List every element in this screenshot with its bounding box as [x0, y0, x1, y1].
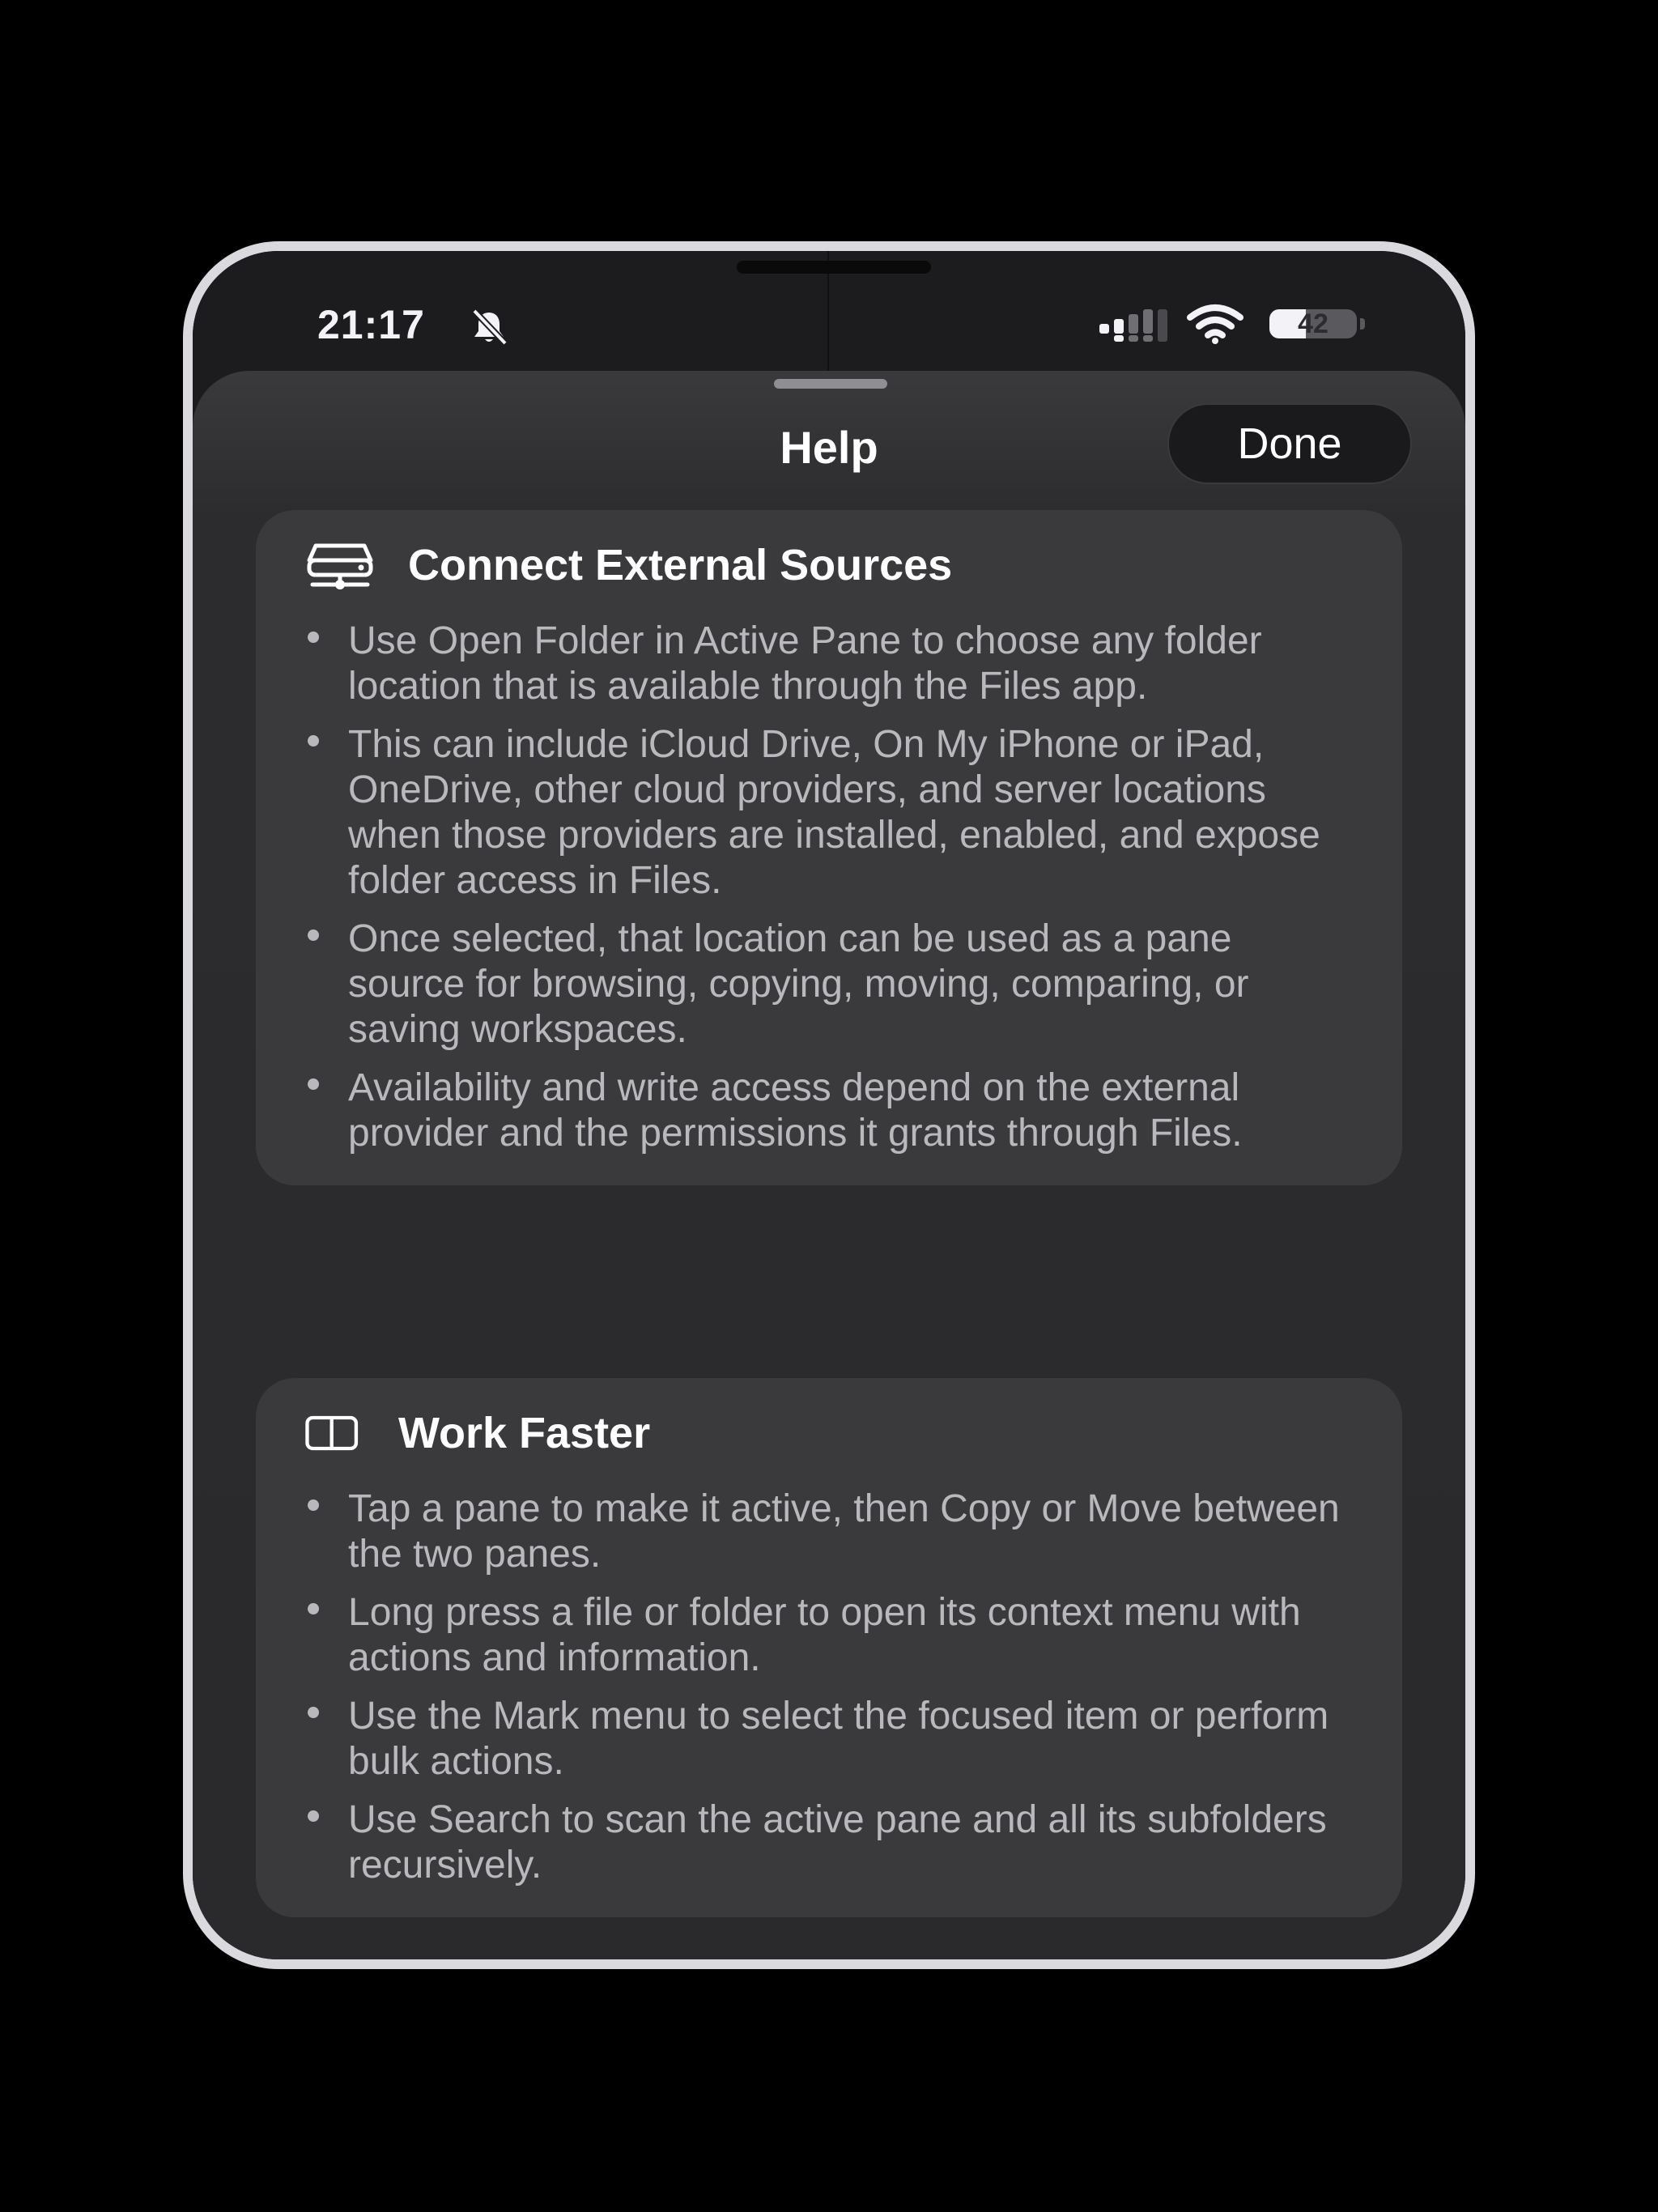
list-item: Use Search to scan the active pane and a…	[304, 1797, 1354, 1888]
bullet-text: This can include iCloud Drive, On My iPh…	[348, 723, 1320, 902]
bell-slash-icon	[472, 308, 508, 346]
bullet-dot	[308, 1078, 319, 1090]
list-item: Availability and write access depend on …	[304, 1066, 1354, 1156]
section-title: Work Faster	[398, 1409, 651, 1457]
device-frame: 21:17 42 Help Done Connect External Sour…	[183, 241, 1475, 1969]
list-item: Use the Mark menu to select the focused …	[304, 1694, 1354, 1784]
bullet-text: Use Search to scan the active pane and a…	[348, 1798, 1327, 1887]
section-title: Connect External Sources	[408, 541, 953, 589]
bullet-dot	[308, 1499, 319, 1511]
help-sheet: Help Done Connect External Sources Use O…	[193, 371, 1465, 1959]
section-header: Work Faster	[304, 1401, 1354, 1465]
battery-indicator: 42	[1269, 304, 1367, 345]
bullet-text: Availability and write access depend on …	[348, 1066, 1243, 1155]
bullet-dot	[308, 1707, 319, 1718]
section-card-connect-external-sources: Connect External Sources Use Open Folder…	[256, 510, 1402, 1185]
bullet-dot	[308, 929, 319, 941]
section-card-work-faster: Work Faster Tap a pane to make it active…	[256, 1378, 1402, 1917]
bullet-list: Use Open Folder in Active Pane to choose…	[304, 619, 1354, 1156]
battery-body: 42	[1269, 309, 1357, 338]
sheet-grabber[interactable]	[774, 379, 887, 389]
camera-notch	[737, 261, 931, 274]
external-drive-icon	[307, 543, 373, 589]
battery-percent: 42	[1298, 309, 1329, 338]
cellular-signal-icon	[1099, 309, 1167, 342]
split-pane-icon	[305, 1415, 359, 1451]
bullet-text: Use Open Folder in Active Pane to choose…	[348, 619, 1262, 708]
stage: 21:17 42 Help Done Connect External Sour…	[0, 0, 1658, 2212]
bullet-text: Long press a file or folder to open its …	[348, 1591, 1301, 1679]
bullet-dot	[308, 735, 319, 747]
bullet-dot	[308, 632, 319, 643]
list-item: This can include iCloud Drive, On My iPh…	[304, 722, 1354, 904]
list-item: Long press a file or folder to open its …	[304, 1590, 1354, 1681]
status-bar: 21:17 42	[193, 298, 1465, 355]
list-item: Tap a pane to make it active, then Copy …	[304, 1487, 1354, 1577]
section-header: Connect External Sources	[304, 533, 1354, 598]
list-item: Use Open Folder in Active Pane to choose…	[304, 619, 1354, 709]
bullet-text: Once selected, that location can be used…	[348, 917, 1249, 1051]
bullet-dot	[308, 1603, 319, 1614]
done-button[interactable]: Done	[1167, 403, 1412, 484]
screen: 21:17 42 Help Done Connect External Sour…	[193, 251, 1465, 1959]
wifi-icon	[1187, 304, 1244, 344]
bullet-text: Use the Mark menu to select the focused …	[348, 1695, 1329, 1783]
list-item: Once selected, that location can be used…	[304, 917, 1354, 1053]
bullet-list: Tap a pane to make it active, then Copy …	[304, 1487, 1354, 1888]
status-time: 21:17	[317, 302, 425, 347]
bullet-text: Tap a pane to make it active, then Copy …	[348, 1487, 1340, 1576]
battery-cap	[1360, 318, 1365, 330]
bullet-dot	[308, 1810, 319, 1822]
